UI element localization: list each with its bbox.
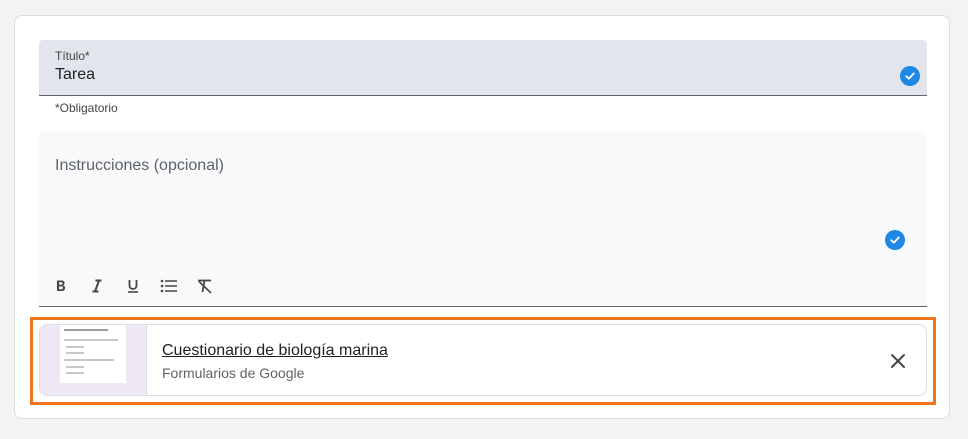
- title-label: Título*: [55, 49, 90, 63]
- bulleted-list-icon[interactable]: [155, 272, 183, 300]
- required-helper-text: *Obligatorio: [55, 101, 118, 115]
- check-circle-icon: [900, 66, 920, 86]
- instructions-field[interactable]: Instrucciones (opcional): [39, 132, 927, 307]
- check-circle-icon: [885, 230, 905, 250]
- underline-icon[interactable]: [119, 272, 147, 300]
- clear-formatting-icon[interactable]: [191, 272, 219, 300]
- italic-icon[interactable]: [83, 272, 111, 300]
- attachment-title-link[interactable]: Cuestionario de biología marina: [162, 342, 388, 360]
- close-icon[interactable]: [886, 349, 910, 373]
- title-field[interactable]: Título* Tarea: [39, 40, 927, 96]
- attachment-card[interactable]: Cuestionario de biología marina Formular…: [39, 324, 927, 396]
- formatting-toolbar: [47, 272, 219, 300]
- bold-icon[interactable]: [47, 272, 75, 300]
- title-input-value[interactable]: Tarea: [55, 66, 95, 84]
- forms-thumbnail: [40, 325, 147, 395]
- thumbnail-page: [60, 325, 126, 383]
- instructions-placeholder: Instrucciones (opcional): [55, 157, 224, 174]
- attachment-type: Formularios de Google: [162, 365, 305, 381]
